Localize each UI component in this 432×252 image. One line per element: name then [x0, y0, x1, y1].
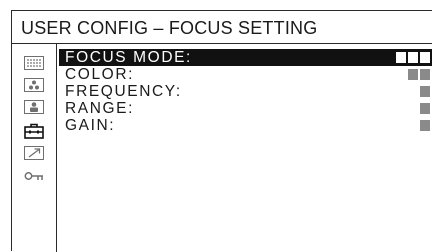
level-block [408, 69, 418, 80]
menu-item-color[interactable]: COLOR: [59, 66, 432, 83]
menu-item-label: FOCUS MODE: [65, 49, 192, 66]
sidebar [12, 44, 57, 252]
menu-item-gain[interactable]: GAIN: [59, 117, 432, 134]
level-block [408, 52, 418, 63]
color-dots-icon[interactable] [24, 78, 44, 94]
menu-item-focus-mode[interactable]: FOCUS MODE: [59, 49, 432, 66]
level-block [396, 52, 406, 63]
title-bar: USER CONFIG – FOCUS SETTING [12, 11, 432, 44]
person-icon[interactable] [24, 100, 44, 116]
menu-item-label: COLOR: [65, 66, 135, 83]
menu-item-label: RANGE: [65, 100, 135, 117]
page-title: USER CONFIG – FOCUS SETTING [21, 18, 318, 38]
level-block [420, 52, 430, 63]
menu-item-frequency[interactable]: FREQUENCY: [59, 83, 432, 100]
level-block [420, 103, 430, 114]
menu-item-label: FREQUENCY: [65, 83, 182, 100]
level-block [420, 69, 430, 80]
toolbox-icon[interactable] [24, 123, 44, 139]
level-indicator [420, 86, 430, 97]
level-indicator [408, 69, 430, 80]
level-indicator [420, 120, 430, 131]
grid-dots-icon[interactable] [24, 56, 44, 72]
key-icon[interactable] [24, 169, 44, 185]
level-block [420, 120, 430, 131]
menu-item-label: GAIN: [65, 117, 116, 134]
arrow-icon[interactable] [24, 146, 44, 162]
level-block [420, 86, 430, 97]
level-indicator [396, 52, 430, 63]
level-indicator [420, 103, 430, 114]
menu-item-range[interactable]: RANGE: [59, 100, 432, 117]
focus-settings-menu: FOCUS MODE: COLOR: FREQUENCY: RANGE: GAI… [59, 49, 432, 134]
